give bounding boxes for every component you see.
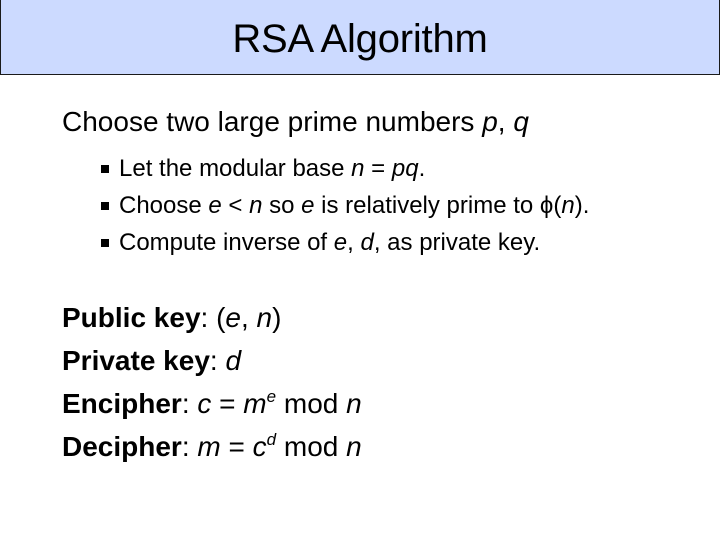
square-bullet-icon (101, 202, 109, 210)
paren: ( (216, 302, 226, 333)
text: , as private key. (373, 229, 541, 256)
equals: = (211, 388, 244, 419)
text: Choose (119, 192, 209, 219)
heading-line: Choose two large prime numbers p, q (62, 104, 529, 140)
separator: , (497, 106, 514, 137)
var-e: e (333, 229, 348, 256)
public-key-line: Public key: (e, n) (62, 296, 362, 339)
text: < (221, 192, 250, 219)
colon: : (181, 431, 198, 462)
private-key-label: Private key (62, 345, 210, 376)
encipher-label: Encipher (62, 388, 182, 419)
var-d: d (360, 229, 374, 256)
text: = (364, 155, 392, 182)
text: Let the modular base (119, 155, 352, 182)
bullet-list: Let the modular base n = pq. Choose e < … (101, 150, 589, 261)
decipher-line: Decipher: m = cd mod n (62, 425, 362, 468)
public-key-label: Public key (62, 302, 201, 333)
var-q: q (513, 106, 529, 137)
var-n: n (351, 155, 365, 182)
mod-text: mod (276, 388, 347, 419)
heading-text: Choose two large prime numbers (62, 106, 483, 137)
exponent-e: e (266, 387, 277, 406)
bullet-modular-base: Let the modular base n = pq. (101, 150, 589, 187)
var-m: m (243, 388, 267, 419)
equals: = (220, 431, 253, 462)
decipher-label: Decipher (62, 431, 182, 462)
slide-title-bar: RSA Algorithm (0, 0, 720, 75)
encipher-line: Encipher: c = me mod n (62, 382, 362, 425)
var-c: c (197, 388, 212, 419)
text: is relatively prime to ϕ( (314, 192, 562, 219)
text: so (262, 192, 302, 219)
paren: ) (272, 302, 282, 333)
colon: : (200, 302, 217, 333)
var-e: e (225, 302, 241, 333)
var-n: n (346, 388, 362, 419)
separator: , (240, 302, 257, 333)
bullet-choose-e: Choose e < n so e is relatively prime to… (101, 187, 589, 224)
exponent-d: d (266, 430, 277, 449)
text: . (418, 155, 426, 182)
mod-text: mod (276, 431, 347, 462)
private-key-line: Private key: d (62, 339, 362, 382)
var-e: e (208, 192, 222, 219)
var-pq: pq (391, 155, 419, 182)
bullet-compute-inverse: Compute inverse of e, d, as private key. (101, 224, 589, 261)
key-definitions: Public key: (e, n) Private key: d Enciph… (62, 296, 362, 468)
var-n: n (346, 431, 362, 462)
text: ). (574, 192, 590, 219)
var-e: e (301, 192, 315, 219)
text: Compute inverse of (119, 229, 334, 256)
var-n: n (561, 192, 575, 219)
colon: : (181, 388, 198, 419)
var-m: m (197, 431, 221, 462)
slide-title: RSA Algorithm (232, 17, 488, 61)
var-n: n (249, 192, 263, 219)
text: , (347, 229, 361, 256)
var-n: n (256, 302, 273, 333)
var-p: p (482, 106, 498, 137)
square-bullet-icon (101, 165, 109, 173)
var-d: d (225, 345, 242, 376)
var-c: c (252, 431, 267, 462)
square-bullet-icon (101, 239, 109, 247)
colon: : (209, 345, 226, 376)
